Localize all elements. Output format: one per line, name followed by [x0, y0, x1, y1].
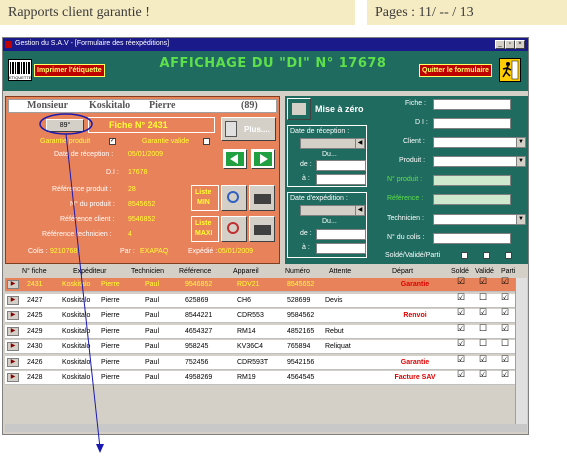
annotation-circle: [39, 113, 93, 135]
annotation-arrow: [39, 113, 104, 453]
annotation-arrowhead: [96, 444, 104, 453]
annotation-line: [65, 133, 101, 449]
